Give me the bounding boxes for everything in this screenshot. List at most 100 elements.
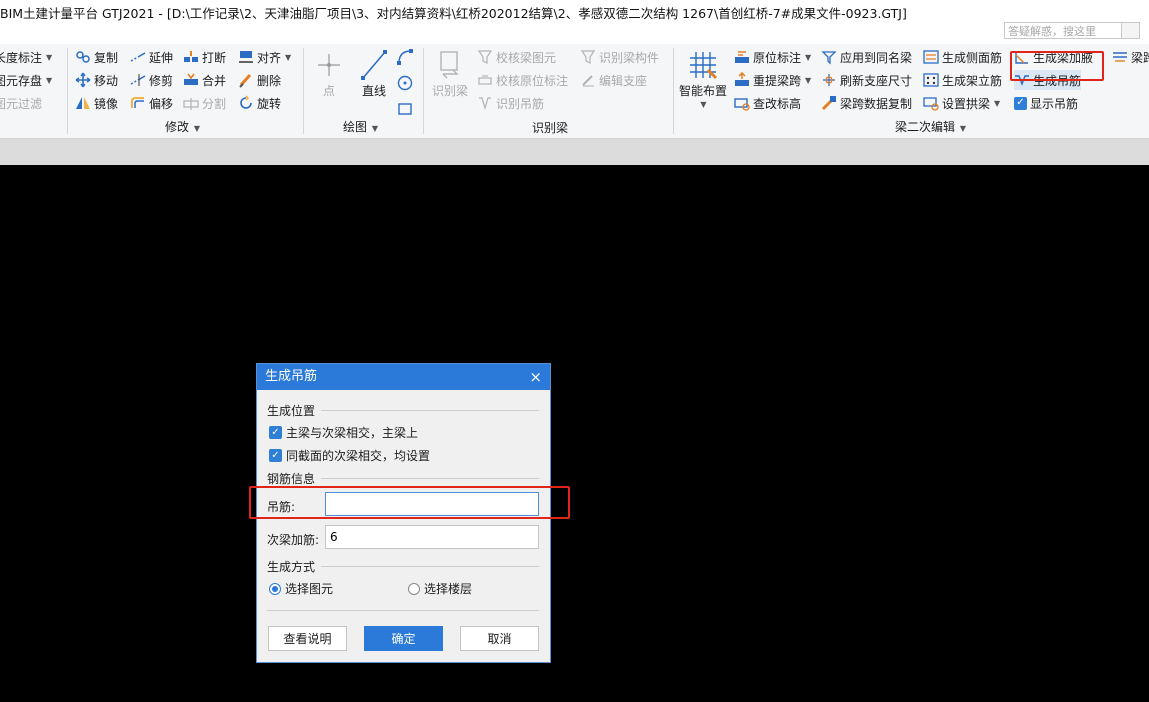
edit-support-icon [580, 72, 596, 88]
erection-rebar-label: 生成架立筋 [942, 73, 1003, 88]
check-annotation-label: 校核原位标注 [496, 73, 569, 88]
secondary-group-label[interactable]: 梁二次编辑 ▼ [895, 118, 966, 135]
check-annotation-button[interactable]: 校核原位标注 [477, 70, 568, 90]
check-beam-button[interactable]: 校核梁图元 [477, 47, 556, 67]
close-icon[interactable]: × [529, 364, 542, 390]
select-element-label: 选择图元 [285, 582, 334, 596]
circle-icon[interactable] [396, 74, 414, 92]
secondary-rebar-input[interactable] [325, 525, 539, 549]
extend-icon [130, 49, 146, 65]
align-button[interactable]: 对齐 ▼ [238, 47, 291, 67]
select-floor-label: 选择楼层 [424, 582, 473, 596]
erection-rebar-button[interactable]: 生成架立筋 [923, 70, 1002, 90]
help-button[interactable]: 查看说明 [268, 626, 347, 651]
check-beam-icon [477, 49, 493, 65]
select-floor-radio[interactable]: 选择楼层 [408, 580, 472, 597]
check-annotation-icon [477, 72, 493, 88]
trim-icon [130, 72, 146, 88]
radio-selected-icon [269, 582, 281, 595]
dimension-button[interactable]: 长度标注 ▼ [0, 47, 52, 67]
mirror-button[interactable]: 镜像 [75, 93, 118, 113]
apply-same-name-button[interactable]: 应用到同名梁 [821, 47, 912, 67]
break-icon [183, 49, 199, 65]
move-icon [75, 72, 91, 88]
mirror-label: 镜像 [94, 96, 119, 111]
separator [67, 48, 68, 134]
save-element-button[interactable]: 图元存盘 ▼ [0, 70, 52, 90]
edit-support-button[interactable]: 编辑支座 [580, 70, 647, 90]
point-button[interactable]: 点 [312, 48, 346, 99]
rectangle-icon[interactable] [396, 100, 414, 118]
arc-icon[interactable] [396, 48, 414, 66]
arch-beam-icon [923, 95, 939, 111]
select-element-radio[interactable]: 选择图元 [269, 580, 333, 597]
ribbon-highlight-box [1010, 51, 1104, 81]
check-elevation-button[interactable]: 查改标高 [734, 93, 801, 113]
rotate-button[interactable]: 旋转 [238, 93, 281, 113]
beam-span-button[interactable]: 梁跨 [1112, 47, 1149, 67]
side-rebar-label: 生成侧面筋 [942, 50, 1003, 65]
show-hanger-checkbox[interactable]: ✓ 显示吊筋 [1014, 93, 1078, 113]
move-label: 移动 [94, 73, 119, 88]
merge-button[interactable]: 合并 [183, 70, 226, 90]
set-arch-beam-button[interactable]: 设置拱梁 ▼ [923, 93, 1000, 113]
filter-element-button[interactable]: 图元过滤 [0, 93, 42, 113]
break-label: 打断 [202, 50, 227, 65]
identify-beam-button[interactable]: 识别梁 [432, 48, 468, 99]
identify-hanger-button[interactable]: 识别吊筋 [477, 93, 544, 113]
break-button[interactable]: 打断 [183, 47, 226, 67]
in-situ-annotation-button[interactable]: 原位标注 ▼ [734, 47, 811, 67]
smart-layout-icon [690, 52, 718, 80]
side-rebar-button[interactable]: 生成侧面筋 [923, 47, 1002, 67]
line-button[interactable]: 直线 [357, 48, 391, 99]
delete-label: 删除 [257, 73, 282, 88]
identify-hanger-label: 识别吊筋 [496, 96, 545, 111]
split-label: 分割 [202, 96, 227, 111]
refresh-icon [821, 72, 837, 88]
copy-span-data-button[interactable]: 梁跨数据复制 [821, 93, 912, 113]
same-section-label: 同截面的次梁相交，均设置 [286, 449, 431, 463]
smart-layout-button[interactable]: 智能布置 ▼ [679, 48, 727, 109]
same-section-checkbox[interactable]: ✓ 同截面的次梁相交，均设置 [269, 447, 430, 464]
dialog-title: 生成吊筋 [265, 369, 318, 384]
main-beam-label: 主梁与次梁相交，主梁上 [286, 426, 419, 440]
arch-beam-label: 设置拱梁 [942, 96, 991, 111]
erection-rebar-icon [923, 72, 939, 88]
split-button[interactable]: 分割 [183, 93, 226, 113]
identify-beam-icon [440, 51, 459, 79]
modify-group-label[interactable]: 修改 ▼ [165, 118, 200, 135]
edit-support-label: 编辑支座 [599, 73, 648, 88]
copy-span-label: 梁跨数据复制 [840, 96, 913, 111]
move-button[interactable]: 移动 [75, 70, 118, 90]
draw-group-label[interactable]: 绘图 ▼ [343, 118, 378, 135]
search-input[interactable]: 答疑解惑，搜这里 [1004, 22, 1122, 39]
trim-button[interactable]: 修剪 [130, 70, 173, 90]
annotation-label: 原位标注 [753, 50, 802, 65]
separator [673, 48, 674, 134]
draw-group-text: 绘图 [343, 120, 368, 134]
delete-button[interactable]: 删除 [238, 70, 281, 90]
search-scroll[interactable] [1122, 22, 1140, 39]
split-icon [183, 95, 199, 111]
rebar-section-title: 钢筋信息 [267, 472, 316, 486]
position-section-title: 生成位置 [267, 404, 316, 418]
extend-button[interactable]: 延伸 [130, 47, 173, 67]
point-icon [318, 54, 340, 76]
align-label: 对齐 [257, 50, 282, 65]
separator [423, 48, 424, 134]
cancel-button[interactable]: 取消 [460, 626, 539, 651]
drawing-canvas[interactable] [0, 165, 1149, 702]
refresh-support-button[interactable]: 刷新支座尺寸 [821, 70, 912, 90]
check-icon: ✓ [1014, 96, 1027, 110]
line-label: 直线 [361, 84, 386, 98]
main-beam-checkbox[interactable]: ✓ 主梁与次梁相交，主梁上 [269, 424, 418, 441]
redo-span-button[interactable]: 重提梁跨 ▼ [734, 70, 811, 90]
offset-button[interactable]: 偏移 [130, 93, 173, 113]
identify-beam-component-button[interactable]: 识别梁构件 [580, 47, 659, 67]
smart-layout-label: 智能布置 [679, 84, 728, 98]
trim-label: 修剪 [149, 73, 174, 88]
copy-button[interactable]: 复制 [75, 47, 118, 67]
position-section: 生成位置 [267, 402, 539, 419]
ok-button[interactable]: 确定 [364, 626, 443, 651]
dimension-label: 长度标注 [0, 50, 43, 65]
